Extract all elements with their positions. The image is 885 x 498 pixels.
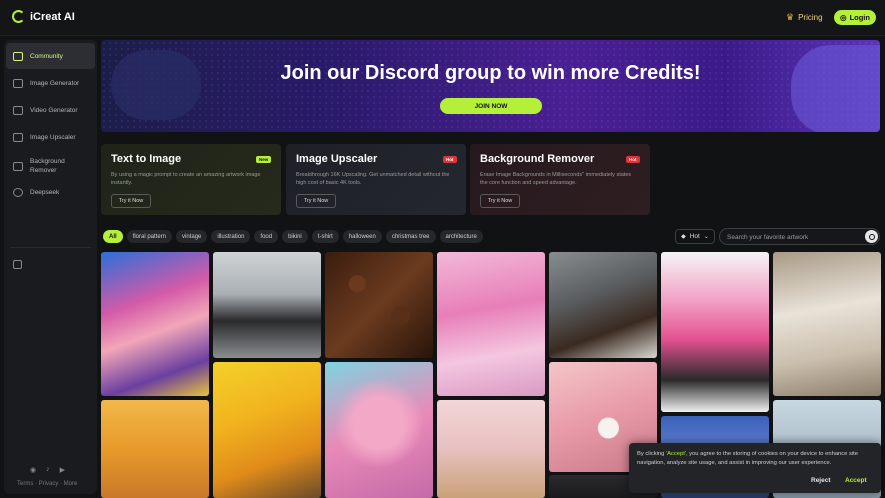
sidebar-item-community[interactable]: Community xyxy=(6,43,95,69)
try-it-now-button[interactable]: Try it Now xyxy=(111,194,151,208)
card-title: Text to Image xyxy=(111,153,182,165)
discord-logo-icon xyxy=(791,45,880,132)
tag-vintage[interactable]: vintage xyxy=(176,230,208,243)
cookie-consent-banner: By clicking 'Accept', you agree to the s… xyxy=(629,443,881,493)
join-now-button[interactable]: JOIN NOW xyxy=(440,98,542,114)
card-title: Background Remover xyxy=(480,153,595,165)
hot-badge: Hot xyxy=(443,156,457,163)
sidebar-item-label: Community xyxy=(30,52,63,60)
eraser-icon xyxy=(13,161,23,171)
artwork-thumbnail[interactable] xyxy=(101,400,209,498)
sort-dropdown[interactable]: ◆ Hot ⌄ xyxy=(675,229,715,244)
discord-icon[interactable]: ◉ xyxy=(30,466,36,474)
artwork-thumbnail[interactable] xyxy=(549,252,657,358)
footer-links[interactable]: Terms · Privacy · More xyxy=(17,481,77,487)
crown-icon: ♛ xyxy=(786,12,795,22)
discord-banner[interactable]: Join our Discord group to win more Credi… xyxy=(101,40,880,132)
card-title: Image Upscaler xyxy=(296,153,378,165)
image-icon xyxy=(13,78,23,88)
card-image-upscaler[interactable]: Image Upscaler Hot Breakthrough 16K Upsc… xyxy=(286,144,466,215)
artwork-thumbnail[interactable] xyxy=(661,252,769,412)
tag-illustration[interactable]: illustration xyxy=(211,230,251,243)
youtube-icon[interactable]: ▶ xyxy=(60,466,65,474)
search-bar xyxy=(719,228,880,245)
social-links: ◉ ♪ ▶ xyxy=(30,466,65,474)
login-label: Login xyxy=(849,13,870,22)
sidebar-item-image-upscaler[interactable]: Image Upscaler xyxy=(6,124,95,150)
user-icon: ◎ xyxy=(840,13,847,22)
tag-christmas-tree[interactable]: christmas tree xyxy=(385,230,436,243)
sidebar-item-label: Background Remover xyxy=(30,158,65,174)
tag-floral-pattern[interactable]: floral pattern xyxy=(126,230,173,243)
artwork-thumbnail[interactable] xyxy=(325,252,433,358)
search-input[interactable] xyxy=(727,233,857,242)
card-background-remover[interactable]: Background Remover Hot Erase Image Backg… xyxy=(470,144,650,215)
deepseek-icon xyxy=(13,187,23,197)
try-it-now-button[interactable]: Try it Now xyxy=(296,194,336,208)
sort-label: Hot xyxy=(689,233,700,240)
logo-icon xyxy=(12,10,25,23)
tag-food[interactable]: food xyxy=(254,230,279,243)
artwork-thumbnail[interactable] xyxy=(101,252,209,396)
reject-button[interactable]: Reject xyxy=(811,477,831,484)
artwork-thumbnail[interactable] xyxy=(325,362,433,498)
search-icon xyxy=(868,233,875,240)
logo-text: iCreat AI xyxy=(30,10,75,23)
hot-badge: Hot xyxy=(626,156,640,163)
sidebar: Community Image Generator Video Generato… xyxy=(4,40,97,494)
card-text-to-image[interactable]: Text to Image New By using a magic promp… xyxy=(101,144,281,215)
tag-all[interactable]: All xyxy=(103,230,123,243)
sidebar-item-label: Image Upscaler xyxy=(30,133,76,141)
video-icon xyxy=(13,105,23,115)
search-button[interactable] xyxy=(865,230,878,243)
upscale-icon xyxy=(13,132,23,142)
artwork-thumbnail[interactable] xyxy=(437,400,545,498)
card-description: By using a magic prompt to create an ama… xyxy=(111,172,261,186)
top-bar: iCreat AI ♛ Pricing ◎ Login xyxy=(0,0,885,36)
sidebar-item-label: Image Generator xyxy=(30,79,80,87)
sidebar-item-label: Video Generator xyxy=(30,106,78,114)
banner-title: Join our Discord group to win more Credi… xyxy=(280,62,701,84)
sidebar-item-label: Deepseek xyxy=(30,188,60,196)
artwork-thumbnail[interactable] xyxy=(213,252,321,358)
tag-t-shirt[interactable]: t-shirt xyxy=(311,230,339,243)
card-description: Erase Image Backgrounds in Milliseconds"… xyxy=(480,172,632,186)
login-button[interactable]: ◎ Login xyxy=(834,10,876,25)
chevron-down-icon: ⌄ xyxy=(703,234,709,240)
accept-button[interactable]: Accept xyxy=(845,477,867,484)
panel-toggle-icon[interactable] xyxy=(13,260,22,269)
pricing-link[interactable]: ♛ Pricing xyxy=(786,12,823,23)
card-description: Breakthrough 16K Upscaling. Get unmatche… xyxy=(296,172,450,186)
tag-halloween[interactable]: halloween xyxy=(342,230,382,243)
decorative-shape xyxy=(111,50,201,120)
artwork-thumbnail[interactable] xyxy=(437,252,545,396)
sidebar-item-image-generator[interactable]: Image Generator xyxy=(6,70,95,96)
sidebar-item-deepseek[interactable]: Deepseek xyxy=(6,179,95,205)
new-badge: New xyxy=(256,156,272,163)
artwork-thumbnail[interactable] xyxy=(773,252,881,396)
logo[interactable]: iCreat AI xyxy=(12,10,75,23)
tiktok-icon[interactable]: ♪ xyxy=(46,466,50,474)
tag-filter-bar: All floral pattern vintage illustration … xyxy=(103,230,483,243)
tag-architecture[interactable]: architecture xyxy=(439,230,483,243)
sidebar-item-video-generator[interactable]: Video Generator xyxy=(6,97,95,123)
sidebar-divider xyxy=(10,247,91,248)
cookie-accept-highlight: 'Accept' xyxy=(666,451,686,457)
tag-bikini[interactable]: bikini xyxy=(282,230,308,243)
community-icon xyxy=(13,51,23,61)
fire-icon: ◆ xyxy=(681,234,686,240)
try-it-now-button[interactable]: Try it Now xyxy=(480,194,520,208)
sidebar-item-background-remover[interactable]: Background Remover xyxy=(6,152,95,180)
cookie-message: By clicking 'Accept', you agree to the s… xyxy=(637,450,873,467)
cookie-text-start: By clicking xyxy=(637,451,666,457)
pricing-label: Pricing xyxy=(798,13,823,22)
artwork-thumbnail[interactable] xyxy=(213,362,321,498)
